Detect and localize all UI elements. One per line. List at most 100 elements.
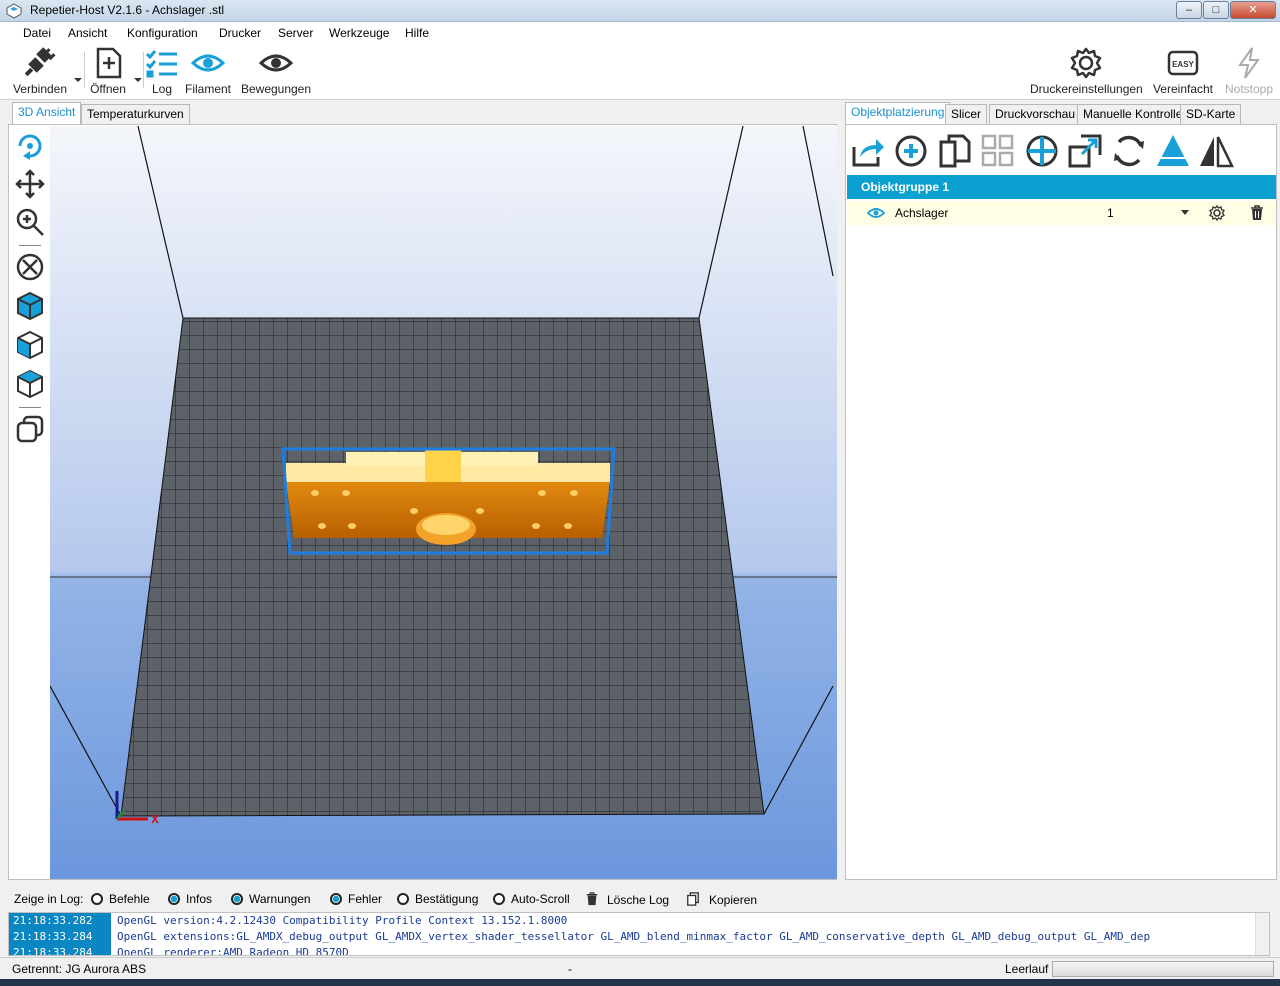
add-object-icon[interactable] (893, 133, 929, 169)
visibility-eye-icon[interactable] (867, 207, 885, 219)
log-filter-errors[interactable]: Fehler (330, 892, 382, 906)
log-button[interactable]: Log (145, 46, 179, 96)
tab-sd-card[interactable]: SD-Karte (1180, 104, 1242, 124)
open-file-icon (96, 47, 122, 79)
connect-dropdown-arrow[interactable] (74, 70, 82, 82)
os-taskbar (0, 979, 1280, 986)
object-group-header[interactable]: Objektgruppe 1 (847, 175, 1276, 199)
rotate-view-icon[interactable] (15, 131, 45, 161)
infos-label: Infos (186, 892, 213, 906)
log-filter-label: Zeige in Log: (14, 892, 84, 906)
iso-view-icon[interactable] (15, 291, 45, 321)
log-controls-bar: Zeige in Log: Befehle Infos Warnungen Fe… (8, 886, 1278, 912)
parallel-view-icon[interactable] (15, 414, 45, 444)
log-output[interactable]: 21:18:33.282 OpenGL version:4.2.12430 Com… (8, 912, 1270, 956)
log-scrollbar[interactable] (1255, 913, 1269, 955)
open-button[interactable]: Öffnen (88, 46, 128, 96)
status-middle: - (568, 962, 572, 976)
copy-log-label: Kopieren (709, 893, 758, 907)
log-message: OpenGL version:4.2.12430 Compatibility P… (117, 914, 568, 927)
tab-3d-view[interactable]: 3D Ansicht (12, 102, 82, 124)
fit-view-icon[interactable] (15, 252, 45, 282)
menu-drucker[interactable]: Drucker (219, 26, 261, 40)
tab-slicer[interactable]: Slicer (945, 104, 988, 124)
log-filter-infos[interactable]: Infos (168, 892, 212, 906)
copy-icon (687, 892, 699, 906)
open-dropdown-arrow[interactable] (134, 70, 142, 82)
acknowledgements-label: Bestätigung (415, 892, 479, 906)
log-auto-scroll[interactable]: Auto-Scroll (493, 892, 570, 906)
tab-temperature-curves[interactable]: Temperaturkurven (81, 104, 190, 124)
title-bar: Repetier-Host V2.1.6 - Achslager .stl – … (0, 0, 1280, 22)
easy-badge-text: EASY (1172, 60, 1194, 69)
copy-log-button[interactable]: Kopieren (685, 892, 757, 907)
clear-log-button[interactable]: Lösche Log (585, 892, 669, 907)
menu-werkzeuge[interactable]: Werkzeuge (329, 26, 389, 40)
gear-icon (1070, 47, 1102, 79)
close-button[interactable]: ✕ (1230, 1, 1276, 19)
clear-log-label: Lösche Log (607, 893, 670, 907)
rotate-object-icon[interactable] (1111, 133, 1147, 169)
connect-button[interactable]: Verbinden (12, 46, 68, 96)
print-bed-grid (120, 317, 765, 817)
menu-datei[interactable]: Datei (23, 26, 51, 40)
3d-viewport[interactable] (50, 126, 837, 879)
commands-label: Befehle (109, 892, 150, 906)
menu-konfiguration[interactable]: Konfiguration (127, 26, 198, 40)
infos-radio[interactable] (168, 893, 180, 905)
center-object-icon[interactable] (1024, 133, 1060, 169)
top-view-icon[interactable] (15, 369, 45, 399)
eye-icon (191, 54, 225, 72)
menu-server[interactable]: Server (278, 26, 313, 40)
scale-icon[interactable] (1067, 133, 1103, 169)
warnings-radio[interactable] (231, 893, 243, 905)
connection-status: Getrennt: JG Aurora ABS (12, 962, 147, 976)
errors-radio[interactable] (330, 893, 342, 905)
filament-button[interactable]: Filament (183, 46, 233, 96)
tab-print-preview[interactable]: Druckvorschau (989, 104, 1082, 124)
log-filter-commands[interactable]: Befehle (91, 892, 150, 906)
object-name: Achslager (895, 206, 949, 220)
log-list-icon (145, 50, 177, 78)
minimize-button[interactable]: – (1176, 1, 1202, 19)
commands-radio[interactable] (91, 893, 103, 905)
acknowledgements-radio[interactable] (397, 893, 409, 905)
object-row[interactable]: Achslager 1 (847, 201, 1276, 225)
emergency-stop-button[interactable]: Notstopp (1222, 46, 1276, 96)
chevron-down-icon (1181, 210, 1189, 215)
object-placement-panel: Objektgruppe 1 Achslager 1 (845, 124, 1277, 880)
delete-trash-icon[interactable] (1249, 205, 1265, 221)
tab-manual-control[interactable]: Manuelle Kontrolle (1077, 104, 1189, 124)
menu-hilfe[interactable]: Hilfe (405, 26, 429, 40)
menu-ansicht[interactable]: Ansicht (68, 26, 107, 40)
cut-object-icon[interactable] (1155, 133, 1191, 169)
object-achslager[interactable] (281, 447, 616, 555)
zoom-icon[interactable] (15, 207, 45, 237)
log-filter-warnings[interactable]: Warnungen (231, 892, 311, 906)
front-view-icon[interactable] (15, 330, 45, 360)
tab-object-placement[interactable]: Objektplatzierung (845, 102, 951, 124)
auto-scroll-radio[interactable] (493, 893, 505, 905)
status-bar: Getrennt: JG Aurora ABS - Leerlauf (0, 957, 1280, 979)
emergency-stop-label: Notstopp (1224, 82, 1274, 96)
simplified-mode-button[interactable]: EASY Vereinfacht (1151, 46, 1215, 96)
log-timestamp: 21:18:33.282 (9, 913, 111, 929)
log-filter-acknowledgements[interactable]: Bestätigung (397, 892, 478, 906)
mirror-icon[interactable] (1198, 133, 1234, 169)
log-entry: 21:18:33.284 OpenGL extensions:GL_AMDX_de… (9, 929, 1269, 945)
printer-settings-button[interactable]: Druckereinstellungen (1030, 46, 1143, 96)
export-icon[interactable] (850, 133, 886, 169)
easy-mode-icon: EASY (1167, 50, 1199, 76)
maximize-button[interactable]: □ (1203, 1, 1229, 19)
copies-select[interactable]: 1 (1101, 203, 1193, 223)
lightning-icon (1238, 47, 1260, 79)
log-label: Log (151, 82, 173, 96)
autoposition-icon[interactable] (980, 133, 1016, 169)
object-settings-gear-icon[interactable] (1209, 205, 1225, 221)
toolbar: Verbinden Öffnen Log Filament Bewegungen… (0, 44, 1280, 100)
movements-button[interactable]: Bewegungen (240, 46, 312, 96)
log-timestamp: 21:18:33.284 (9, 929, 111, 945)
copy-object-icon[interactable] (937, 133, 973, 169)
menu-bar: Datei Ansicht Konfiguration Drucker Serv… (0, 22, 1280, 44)
move-view-icon[interactable] (15, 169, 45, 199)
